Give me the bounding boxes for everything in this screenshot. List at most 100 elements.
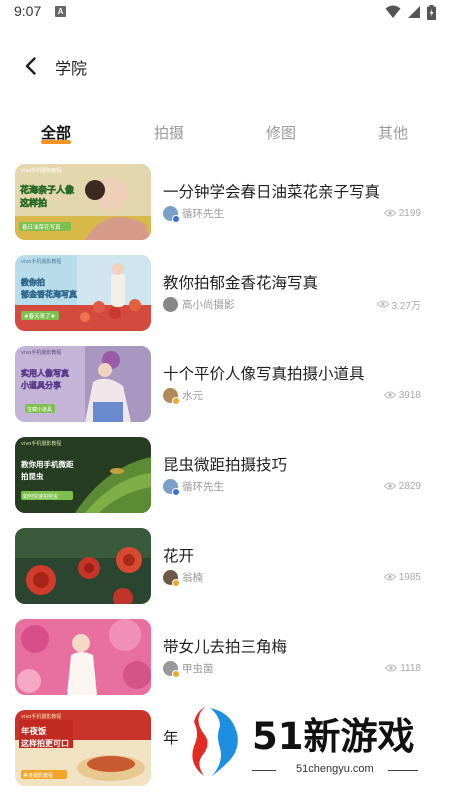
author: 翁楠	[163, 569, 203, 587]
eye-icon	[385, 664, 398, 672]
author-name: 循环先生	[182, 480, 224, 493]
avatar	[163, 205, 180, 223]
list-item[interactable]: vivo手机摄影教程 实用人像写真 小道具分享 宝藏小道具 十个平价人像写真拍摄…	[0, 344, 450, 424]
thumb-caption: 宝藏小道具	[27, 406, 52, 413]
list-item[interactable]: vivo手机摄影教程 教你用手机微距 拍昆虫 如何快速拍昆虫 昆虫微距拍摄技巧 …	[0, 435, 450, 515]
list-item[interactable]: 带女儿去拍三角梅 甲虫菌 1118	[0, 617, 450, 697]
view-count: 3.27万	[376, 297, 421, 312]
views-count: 3918	[398, 389, 421, 401]
avatar	[163, 296, 178, 312]
list-item[interactable]: vivo手机摄影教程 教你拍 郁金香花海写真 #春天来了# 教你拍郁金香花海写真…	[0, 253, 450, 333]
thumb-caption: 如何快速拍昆虫	[23, 493, 58, 500]
tab-other[interactable]: 其他	[378, 122, 408, 143]
wifi-icon	[385, 5, 401, 18]
thumb-caption: vivo手机摄影教程	[21, 349, 61, 356]
author-name: 高小尚摄影	[182, 298, 235, 311]
watermark-text: 51新游戏	[252, 715, 415, 758]
thumb-caption: 小道具分享	[20, 380, 61, 390]
thumb-caption: vivo手机摄影教程	[21, 440, 61, 447]
views-count: 1985	[398, 571, 421, 583]
watermark-divider	[252, 770, 276, 771]
thumb-caption: 春日油菜花写真	[22, 223, 61, 231]
verified-badge-icon	[172, 578, 180, 587]
course-title: 昆虫微距拍摄技巧	[163, 456, 288, 474]
avatar	[163, 478, 180, 496]
author-name: 水元	[182, 389, 203, 402]
author: 水元	[163, 387, 203, 405]
watermark-logo	[192, 706, 238, 776]
avatar	[163, 660, 180, 678]
chevron-left-icon	[25, 57, 36, 75]
thumb-caption: vivo手机摄影教程	[21, 713, 61, 720]
author-name: 翁楠	[182, 571, 203, 584]
watermark: 51新游戏 51chengyu.com	[190, 700, 430, 780]
thumb-caption: 年夜饭	[21, 726, 47, 737]
author-name: 甲虫菌	[182, 662, 214, 675]
eye-icon	[383, 391, 396, 399]
course-title: 带女儿去拍三角梅	[163, 638, 288, 656]
view-count: 1985	[383, 570, 421, 584]
thumb-caption: 郁金香花海写真	[20, 289, 77, 299]
course-title: 教你拍郁金香花海写真	[163, 274, 319, 292]
tab-shooting[interactable]: 拍摄	[154, 122, 184, 143]
active-tab-indicator	[41, 140, 71, 144]
view-count: 3918	[383, 388, 421, 402]
status-time: 9:07	[14, 3, 42, 19]
tab-editing[interactable]: 修图	[266, 122, 296, 143]
course-title: 花开	[163, 547, 195, 565]
header: 学院	[0, 40, 450, 92]
category-tabs: 全部 拍摄 修图 其他	[0, 116, 450, 156]
view-count: 2199	[383, 206, 421, 220]
views-count: 2829	[398, 480, 421, 492]
thumbnail: vivo手机摄影教程 年夜饭 这样拍更可口 美食摄影教程	[15, 710, 151, 786]
author-name: 循环先生	[182, 207, 224, 220]
status-bar: 9:07 A	[0, 0, 450, 24]
eye-icon	[383, 482, 396, 490]
thumb-caption: 拍昆虫	[21, 471, 44, 481]
verified-badge-icon	[172, 396, 180, 405]
status-icons	[385, 4, 436, 20]
course-title: 年	[163, 729, 179, 747]
thumb-caption: 美食摄影教程	[23, 772, 53, 779]
watermark-divider	[388, 770, 418, 771]
avatar	[163, 387, 180, 405]
thumb-caption: #春天来了#	[24, 312, 56, 320]
verified-badge-icon	[172, 487, 180, 496]
thumbnail	[15, 528, 151, 604]
view-count: 2829	[383, 479, 421, 493]
thumb-caption: 这样拍	[20, 197, 47, 209]
thumbnail	[15, 619, 151, 695]
author: 甲虫菌	[163, 660, 214, 678]
avatar	[163, 569, 180, 587]
view-count: 1118	[385, 661, 421, 675]
page-title: 学院	[55, 59, 88, 78]
thumbnail: vivo手机摄影教程 花海亲子人像 这样拍 春日油菜花写真	[15, 164, 151, 240]
thumbnail: vivo手机摄影教程 教你拍 郁金香花海写真 #春天来了#	[15, 255, 151, 331]
list-item[interactable]: 花开 翁楠 1985	[0, 526, 450, 606]
thumb-caption: 教你拍	[20, 277, 45, 287]
battery-icon	[427, 4, 436, 20]
thumb-caption: 这样拍更可口	[21, 738, 69, 748]
author: 循环先生	[163, 478, 224, 496]
author: 循环先生	[163, 205, 224, 223]
thumbnail: vivo手机摄影教程 教你用手机微距 拍昆虫 如何快速拍昆虫	[15, 437, 151, 513]
course-title: 十个平价人像写真拍摄小道具	[163, 365, 365, 383]
verified-badge-icon	[172, 669, 180, 678]
watermark-url: 51chengyu.com	[296, 763, 374, 775]
eye-icon	[383, 209, 396, 217]
verified-badge-icon	[172, 214, 180, 223]
eye-icon	[383, 573, 396, 581]
author: 高小尚摄影	[163, 296, 235, 312]
signal-icon	[408, 6, 420, 18]
thumbnail: vivo手机摄影教程 实用人像写真 小道具分享 宝藏小道具	[15, 346, 151, 422]
thumb-caption: vivo手机摄影教程	[21, 167, 61, 174]
back-button[interactable]	[18, 53, 44, 79]
views-count: 1118	[400, 662, 421, 674]
list-item[interactable]: vivo手机摄影教程 花海亲子人像 这样拍 春日油菜花写真 一分钟学会春日油菜花…	[0, 162, 450, 242]
thumb-caption: 花海亲子人像	[20, 184, 75, 196]
course-title: 一分钟学会春日油菜花亲子写真	[163, 183, 381, 201]
eye-icon	[376, 300, 389, 308]
thumb-caption: 实用人像写真	[21, 368, 69, 378]
notification-icon: A	[55, 6, 66, 17]
views-count: 2199	[398, 207, 421, 219]
